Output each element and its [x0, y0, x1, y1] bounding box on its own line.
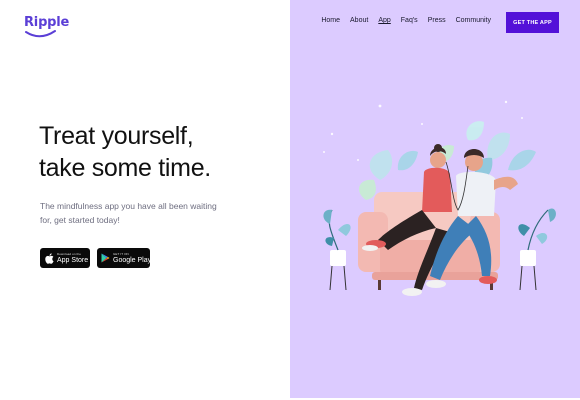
apple-icon — [44, 252, 54, 264]
hero-subtitle: The mindfulness app you have all been wa… — [40, 201, 217, 225]
google-play-small-text: GET IT ON — [113, 251, 129, 256]
hero-title: Treat yourself, take some time. — [39, 120, 211, 184]
nav-item-home[interactable]: Home — [321, 17, 340, 24]
google-play-big-text: Google Play — [113, 256, 152, 264]
couple-on-sofa-illustration — [323, 100, 556, 296]
nav-item-press[interactable]: Press — [428, 17, 446, 24]
logo-text: Ripple — [24, 15, 70, 30]
get-the-app-button[interactable]: GET THE APP — [506, 12, 559, 33]
hero-title-line-2: take some time. — [39, 154, 211, 182]
logo-swoosh-icon — [25, 30, 56, 38]
nav-item-app[interactable]: App — [378, 17, 390, 24]
app-store-button[interactable]: Download on the App Store — [40, 248, 90, 268]
ripple-logo[interactable]: Ripple — [24, 15, 70, 38]
google-play-icon — [101, 252, 110, 264]
app-store-text: Download on the App Store — [57, 251, 89, 264]
google-play-button[interactable]: GET IT ON Google Play — [97, 248, 152, 268]
main-nav: Home About App Faq's Press Community — [321, 17, 491, 24]
app-store-small-text: Download on the — [57, 251, 82, 256]
nav-item-about[interactable]: About — [350, 17, 368, 24]
app-store-big-text: App Store — [57, 256, 89, 264]
hero-title-line-1: Treat yourself, — [39, 122, 194, 150]
nav-item-faqs[interactable]: Faq's — [401, 17, 418, 24]
nav-item-community[interactable]: Community — [456, 17, 491, 24]
google-play-text: GET IT ON Google Play — [113, 251, 152, 264]
